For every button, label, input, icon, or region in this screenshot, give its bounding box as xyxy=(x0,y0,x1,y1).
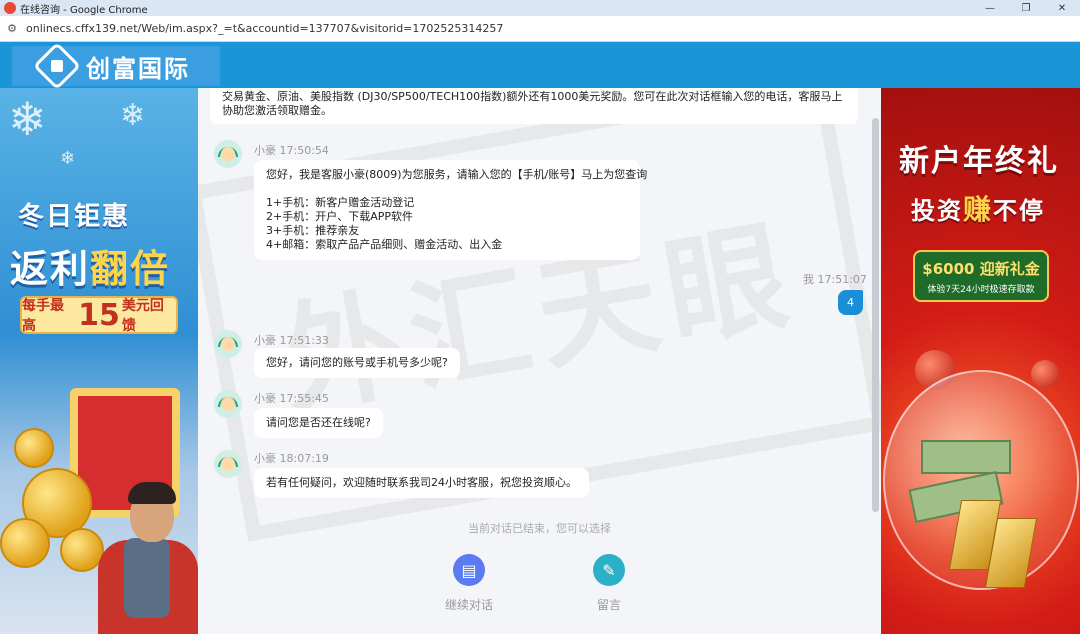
page-favicon-icon xyxy=(4,2,16,14)
message-bubble: 请问您是否还在线呢? xyxy=(254,408,383,438)
snowflake-icon: ❄ xyxy=(60,148,76,169)
message-bubble: 您好，我是客服小豪(8009)为您服务，请输入您的【手机/账号】马上为您查询 1… xyxy=(254,160,647,260)
banknote-icon xyxy=(921,440,1011,474)
minimize-button[interactable]: — xyxy=(972,0,1008,16)
message-meta: 小豪 17:51:33 xyxy=(254,334,329,347)
snowflake-icon: ❄ xyxy=(8,92,47,146)
self-message-bubble: 4 xyxy=(838,290,863,315)
self-message-meta: 我 17:51:07 xyxy=(803,273,867,286)
coin-icon xyxy=(14,428,54,468)
snowflake-icon: ❄ xyxy=(120,98,146,133)
agent-avatar xyxy=(214,390,242,418)
site-info-icon[interactable]: ⚙ xyxy=(4,21,20,37)
site-header: 创富国际 xyxy=(0,41,1080,91)
brand-logo: 创富国际 xyxy=(12,41,220,91)
close-button[interactable]: ✕ xyxy=(1044,0,1080,16)
promo-bonus-badge: $6000 迎新礼金 体验7天24小时极速存取款 xyxy=(913,250,1049,302)
brand-logo-icon xyxy=(32,41,82,91)
message-meta: 小豪 17:55:45 xyxy=(254,392,329,405)
message-bubble: 您好，请问您的账号或手机号多少呢? xyxy=(254,348,460,378)
message-bubble: 若有任何疑问，欢迎随时联系我司24小时客服，祝您投资顺心。 xyxy=(254,468,589,498)
chat-panel: 外汇天眼 交易黄金、原油、美股指数 (DJ30/SP500/TECH100指数)… xyxy=(198,88,881,634)
window-title: 在线咨询 - Google Chrome xyxy=(20,4,148,16)
left-promo-banner[interactable]: ❄ ❄ ❄ 冬日钜惠 返利翻倍 每手最高 15 美元回馈 xyxy=(0,88,198,634)
promo-title: 返利翻倍 xyxy=(10,247,171,291)
agent-avatar xyxy=(214,450,242,478)
message-meta: 小豪 17:50:54 xyxy=(254,144,329,157)
session-ended-text: 当前对话已结束，您可以选择 xyxy=(468,522,611,535)
chat-bubble-icon[interactable]: ▤ xyxy=(453,554,485,586)
message-bubble: 交易黄金、原油、美股指数 (DJ30/SP500/TECH100指数)额外还有1… xyxy=(210,88,858,124)
url-text[interactable]: onlinecs.cffx139.net/Web/im.aspx?_=t&acc… xyxy=(26,22,503,35)
continue-chat-label[interactable]: 继续对话 xyxy=(445,598,493,612)
address-bar[interactable]: ⚙ onlinecs.cffx139.net/Web/im.aspx?_=t&a… xyxy=(0,16,1080,42)
restore-button[interactable]: ❐ xyxy=(1008,0,1044,16)
coin-icon xyxy=(0,518,50,568)
leave-message-label[interactable]: 留言 xyxy=(597,598,621,612)
agent-avatar xyxy=(214,140,242,168)
ornament-icon xyxy=(1031,360,1059,388)
pencil-icon[interactable]: ✎ xyxy=(593,554,625,586)
right-promo-banner[interactable]: 新户年终礼 投资赚不停 $6000 迎新礼金 体验7天24小时极速存取款 xyxy=(881,88,1080,634)
promo-headline: 冬日钜惠 xyxy=(18,202,131,232)
brand-name: 创富国际 xyxy=(86,54,190,83)
continue-chat-button[interactable]: ▤ 继续对话 xyxy=(429,554,509,613)
agent-avatar xyxy=(214,330,242,358)
leave-message-button[interactable]: ✎ 留言 xyxy=(569,554,649,613)
message-meta: 小豪 18:07:19 xyxy=(254,452,329,465)
promo-headline: 新户年终礼 xyxy=(899,144,1059,179)
promo-offer-pill: 每手最高 15 美元回馈 xyxy=(20,296,178,334)
chat-scrollbar[interactable] xyxy=(872,118,879,512)
browser-titlebar: 在线咨询 - Google Chrome — ❐ ✕ xyxy=(0,0,1080,16)
promo-subtitle: 投资赚不停 xyxy=(911,193,1046,226)
